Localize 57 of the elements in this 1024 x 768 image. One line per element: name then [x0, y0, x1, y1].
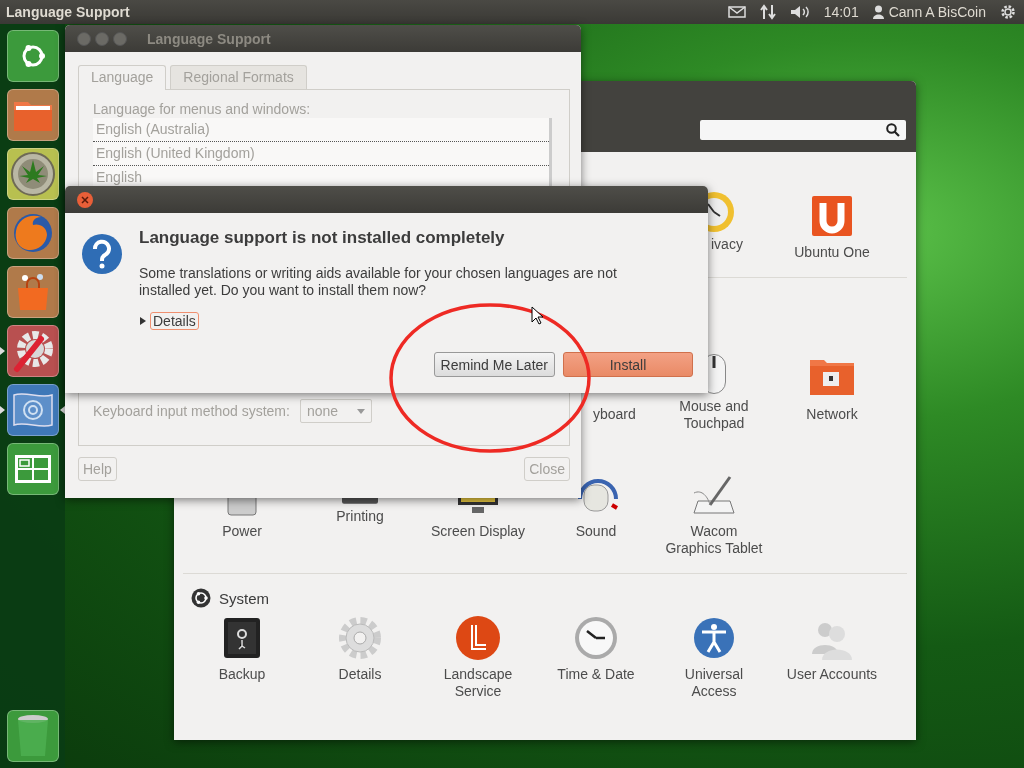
question-icon	[81, 233, 123, 275]
dialog-button[interactable]: Remind Me Later	[433, 352, 555, 377]
settings-item-label[interactable]: Details	[338, 666, 382, 683]
app-title: Language Support	[6, 4, 130, 20]
network-arrows-icon[interactable]	[759, 4, 776, 20]
close-button[interactable]	[77, 191, 93, 208]
settings-item-label[interactable]: Landscape Service	[426, 666, 530, 700]
settings-item-label[interactable]: Backup	[218, 666, 266, 683]
ubuntu-logo-icon	[191, 588, 211, 608]
workspaces-icon	[14, 455, 51, 483]
dropdown-arrow-icon	[356, 408, 365, 414]
settings-item-label[interactable]: Printing	[336, 508, 384, 525]
settings-item-label[interactable]: Wacom Graphics Tablet	[662, 523, 766, 557]
launcher-item[interactable]	[6, 30, 59, 82]
launcher-item[interactable]	[6, 266, 59, 318]
volume-icon[interactable]	[789, 5, 810, 19]
trash-icon	[15, 714, 50, 758]
settings-item-label[interactable]: Universal Access	[662, 666, 766, 700]
power-gear-icon[interactable]	[1000, 4, 1016, 20]
dialog-button[interactable]: Install	[563, 352, 693, 377]
settings-item-label[interactable]: Power	[222, 523, 262, 540]
launcher-item[interactable]	[6, 443, 59, 495]
settings-item-label[interactable]: yboard	[593, 406, 636, 423]
launcher-item[interactable]	[6, 384, 59, 436]
mouse-pointer-icon	[531, 306, 544, 325]
close-icon	[81, 195, 89, 204]
settings-item-label[interactable]: Time & Date	[557, 666, 635, 683]
wall-clock-icon	[572, 614, 620, 662]
settings-item-label[interactable]: Ubuntu One	[794, 244, 870, 261]
settings-item-label[interactable]: ivacy	[711, 236, 743, 253]
settings-item-label[interactable]: User Accounts	[786, 666, 878, 683]
user-name[interactable]: Cann A BisCoin	[888, 4, 986, 20]
clock-text[interactable]: 14:01	[823, 4, 859, 20]
section-title: System	[219, 589, 269, 607]
search-icon	[886, 123, 900, 137]
settings-item-label[interactable]: Mouse and Touchpad	[662, 398, 766, 432]
details-expander[interactable]: Details	[150, 312, 199, 330]
envelope-icon[interactable]	[727, 6, 746, 18]
launcher-item[interactable]	[6, 89, 59, 141]
list-label: Language for menus and windows:	[93, 101, 312, 117]
launcher-item[interactable]	[6, 325, 59, 377]
input-method-label: Keyboard input method system:	[93, 403, 290, 419]
settings-item-label[interactable]: Screen Display	[430, 523, 526, 540]
dialog-heading: Language support is not installed completely	[139, 228, 506, 248]
dialog-message: Some translations or writing aids available for your chosen languages are not installed yet. Do you want to install them now?	[139, 265, 618, 299]
l-logo-icon	[454, 614, 502, 662]
launcher-item[interactable]	[6, 148, 59, 200]
settings-item-label[interactable]: Sound	[575, 523, 617, 540]
window-title: Language Support	[147, 30, 271, 47]
settings-item-label[interactable]: Network	[806, 406, 858, 423]
gear-icon	[336, 614, 384, 662]
launcher-item[interactable]	[6, 710, 59, 762]
swirl-flag-icon	[10, 390, 55, 430]
launcher-item[interactable]	[6, 207, 59, 259]
search-field[interactable]	[700, 120, 906, 140]
person-icon	[872, 5, 884, 19]
coin-icon	[10, 152, 55, 196]
